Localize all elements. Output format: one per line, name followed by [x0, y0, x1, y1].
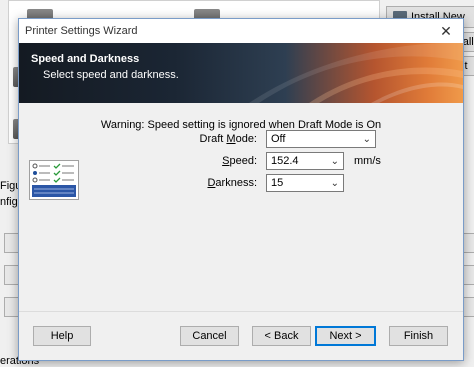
draft-mode-label: Draft Mode: — [199, 133, 258, 145]
settings-list-icon — [29, 160, 79, 200]
next-button[interactable]: Next > — [315, 326, 376, 346]
button-bar-divider — [19, 311, 463, 312]
darkness-label: Darkness: — [207, 177, 257, 189]
back-button[interactable]: < Back — [252, 326, 311, 346]
speed-value: 152.4 — [271, 155, 299, 167]
darkness-row: Darkness: 15 ⌄ — [185, 174, 344, 192]
speed-row: Speed: 152.4 ⌄ mm/s — [185, 152, 381, 170]
darkness-select[interactable]: 15 ⌄ — [266, 174, 344, 192]
wizard-banner: Speed and Darkness Select speed and dark… — [19, 43, 463, 103]
draft-mode-select[interactable]: Off ⌄ — [266, 130, 376, 148]
chevron-down-icon: ⌄ — [330, 155, 339, 167]
chevron-down-icon: ⌄ — [330, 177, 339, 189]
help-button[interactable]: Help — [33, 326, 91, 346]
dialog-title: Printer Settings Wizard — [25, 25, 138, 37]
speed-label: Speed: — [222, 155, 257, 167]
finish-button[interactable]: Finish — [389, 326, 448, 346]
chevron-down-icon: ⌄ — [362, 133, 371, 145]
close-icon[interactable]: ✕ — [429, 19, 463, 43]
speed-unit: mm/s — [354, 155, 381, 167]
darkness-value: 15 — [271, 177, 284, 189]
speed-select[interactable]: 152.4 ⌄ — [266, 152, 344, 170]
draft-mode-value: Off — [271, 133, 286, 145]
cancel-button[interactable]: Cancel — [180, 326, 239, 346]
printer-settings-wizard-dialog: Printer Settings Wizard ✕ Speed and Dark… — [18, 18, 464, 361]
banner-title: Speed and Darkness — [31, 53, 140, 65]
dialog-titlebar[interactable]: Printer Settings Wizard ✕ — [19, 19, 463, 43]
draft-mode-row: Draft Mode: Off ⌄ — [185, 130, 376, 148]
banner-subtitle: Select speed and darkness. — [43, 69, 179, 81]
